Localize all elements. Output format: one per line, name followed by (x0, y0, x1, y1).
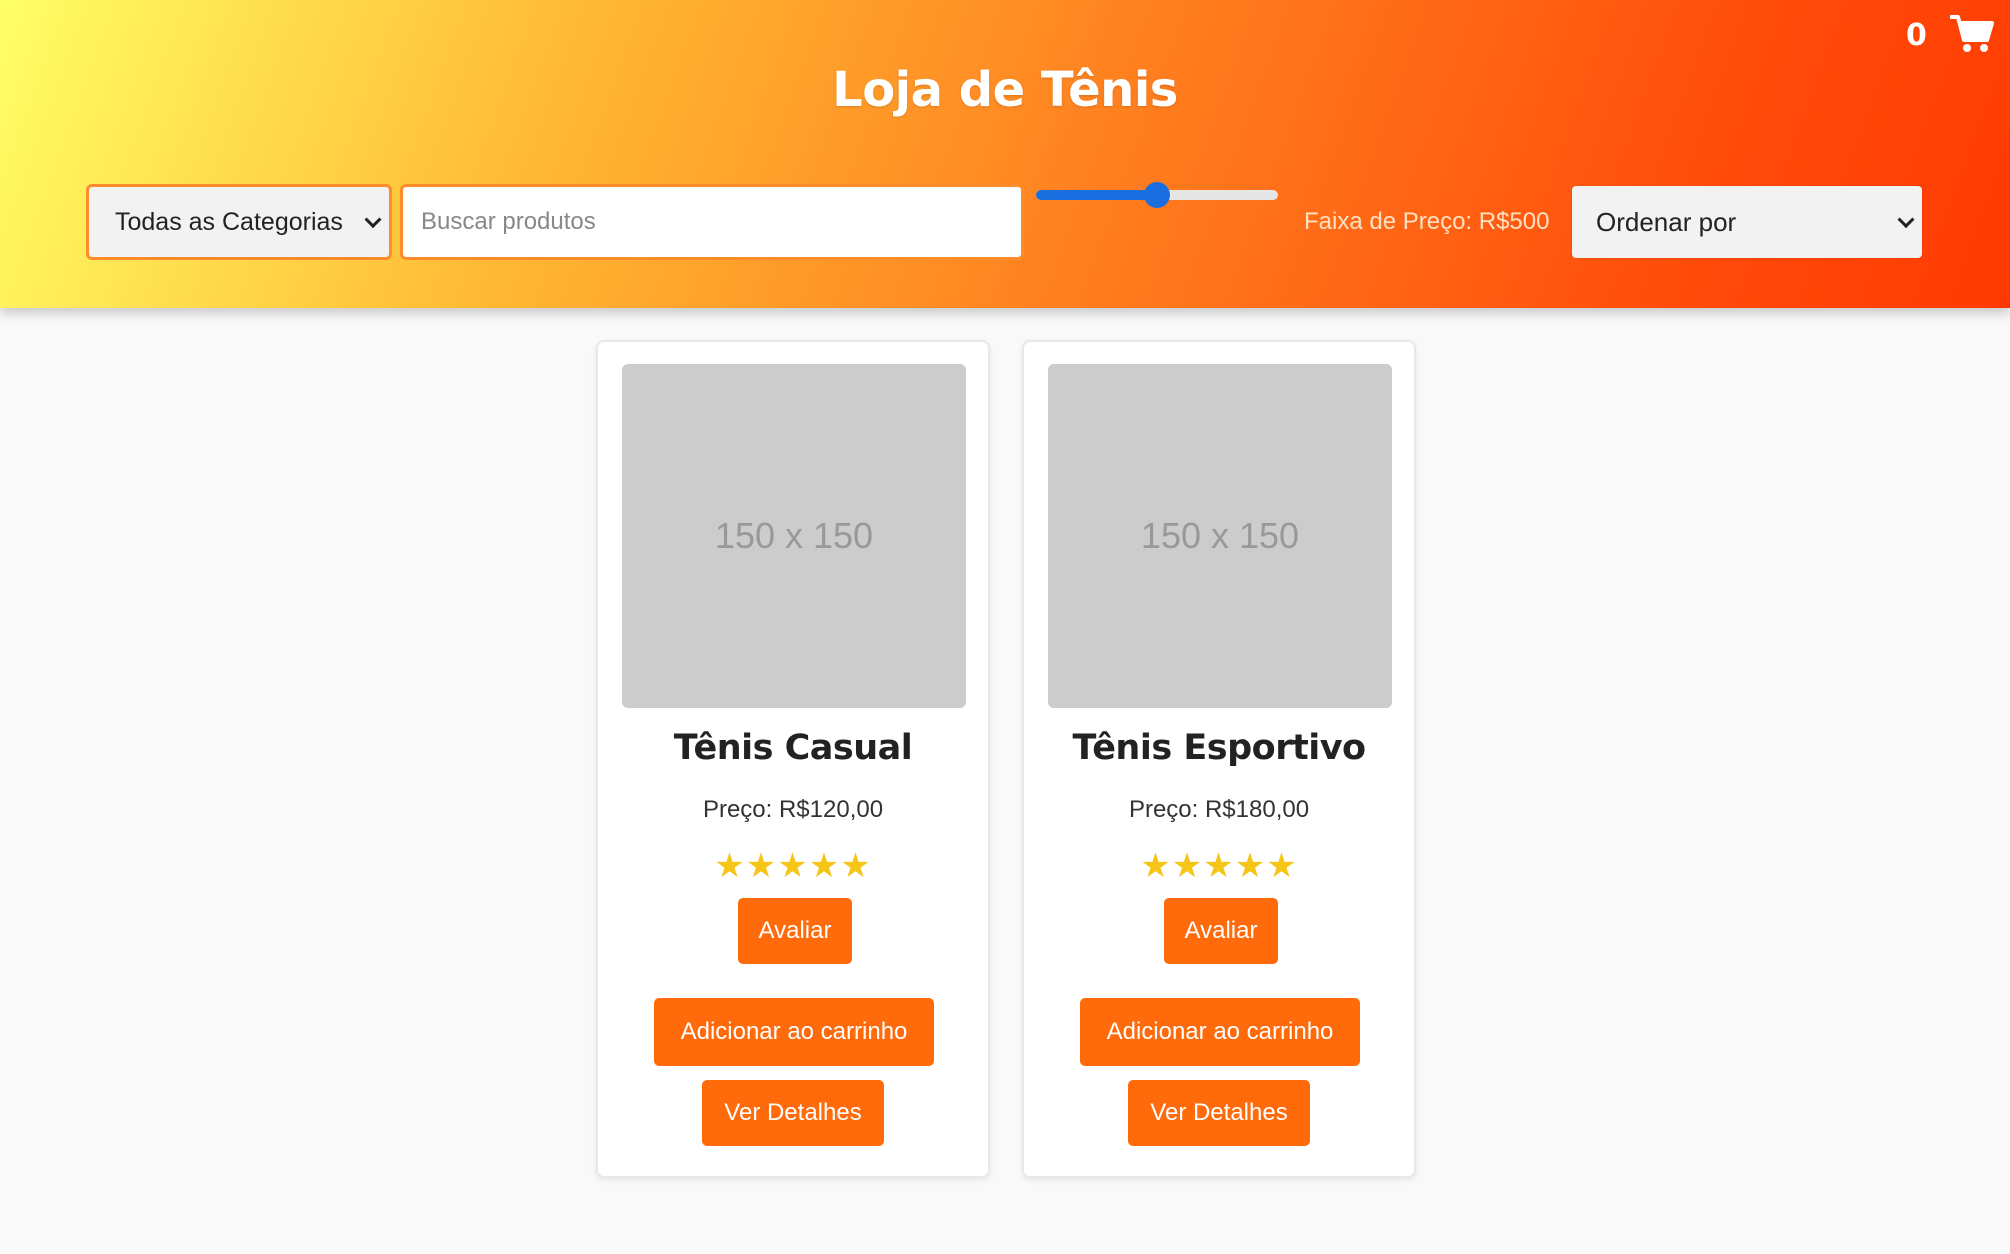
price-slider[interactable] (1036, 182, 1278, 208)
price-range-label: Faixa de Preço: R$500 (1304, 208, 1550, 235)
order-select-value: Ordenar por (1596, 206, 1737, 237)
chevron-down-icon (1897, 211, 1915, 229)
search-input[interactable] (400, 184, 1024, 260)
product-image: 150 x 150 (622, 364, 966, 708)
view-details-button[interactable]: Ver Detalhes (702, 1080, 884, 1146)
category-select-value: Todas as Categorias (115, 207, 343, 236)
product-name: Tênis Esportivo (1072, 728, 1366, 768)
category-select[interactable]: Todas as Categorias (86, 184, 392, 260)
price-slider-fill (1036, 190, 1157, 200)
chevron-down-icon (364, 211, 382, 229)
product-image-placeholder-label: 150 x 150 (714, 515, 874, 556)
view-details-button[interactable]: Ver Detalhes (1128, 1080, 1310, 1146)
star-rating: ★★★★★ (1140, 847, 1298, 885)
product-name: Tênis Casual (673, 728, 913, 768)
product-card: 150 x 150 Tênis Esportivo Preço: R$180,0… (1022, 340, 1416, 1178)
price-slider-thumb[interactable] (1144, 182, 1170, 208)
star-rating: ★★★★★ (714, 847, 872, 885)
shopping-cart-icon[interactable] (1950, 14, 1994, 54)
page-title: Loja de Tênis (832, 62, 1178, 118)
add-to-cart-button[interactable]: Adicionar ao carrinho (1080, 998, 1360, 1066)
rate-button[interactable]: Avaliar (738, 898, 852, 964)
product-price: Preço: R$120,00 (702, 796, 884, 823)
product-image: 150 x 150 (1048, 364, 1392, 708)
add-to-cart-button[interactable]: Adicionar ao carrinho (654, 998, 934, 1066)
product-price: Preço: R$180,00 (1128, 796, 1310, 823)
header: Loja de Tênis 0 Todas as Categorias Faix… (0, 0, 2010, 308)
rate-button[interactable]: Avaliar (1164, 898, 1278, 964)
cart-count: 0 (1906, 18, 1927, 53)
order-select[interactable]: Ordenar por (1572, 186, 1922, 258)
product-card: 150 x 150 Tênis Casual Preço: R$120,00 ★… (596, 340, 990, 1178)
product-image-placeholder-label: 150 x 150 (1140, 515, 1300, 556)
